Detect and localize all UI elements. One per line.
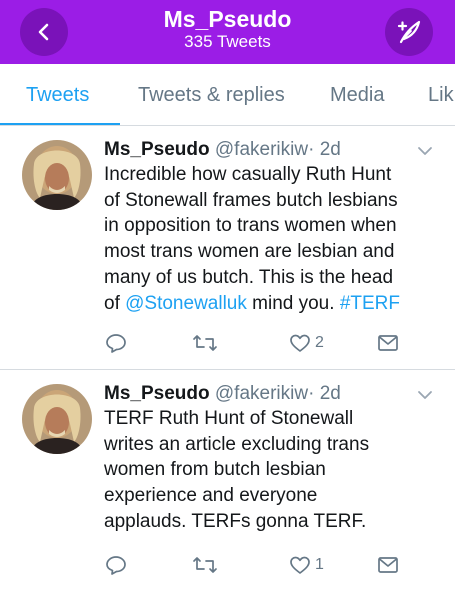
- tweet-actions: 2: [104, 328, 444, 358]
- tweet-text-line: TERF Ruth Hunt of Stonewall: [104, 408, 354, 429]
- tweet-text-line: in opposition to trans women when: [104, 215, 397, 237]
- reply-icon: [104, 331, 128, 355]
- tweet[interactable]: Ms_Pseudo @fakerikiw· 2d TERF Ruth Hunt …: [0, 370, 455, 600]
- retweet-icon: [192, 553, 218, 577]
- tweet-text-line: of @Stonewalluk mind you. #TERF: [104, 291, 444, 317]
- tab-media[interactable]: Media: [330, 84, 384, 107]
- tweet-text: TERF Ruth Hunt of Stonewall writes an ar…: [104, 406, 444, 535]
- tweet-text-line: of Stonewall frames butch lesbians: [104, 189, 398, 211]
- tweet-text-line: applauds. TERFs gonna TERF.: [104, 510, 367, 532]
- chevron-down-icon[interactable]: [414, 140, 436, 162]
- mail-icon: [376, 553, 400, 577]
- tweet-text-fragment: mind you.: [246, 292, 340, 314]
- tweet-timestamp[interactable]: 2d: [320, 383, 341, 404]
- tweet-header: Ms_Pseudo @fakerikiw· 2d: [104, 382, 341, 406]
- share-button[interactable]: [376, 550, 400, 580]
- tweet-text-line: most trans women are lesbian and: [104, 241, 395, 263]
- tweet-text-line: Incredible how casually Ruth Hunt: [104, 164, 392, 185]
- author-name[interactable]: Ms_Pseudo: [104, 383, 210, 404]
- avatar[interactable]: [22, 384, 92, 454]
- tweet-text: Incredible how casually Ruth Hunt of Sto…: [104, 162, 444, 316]
- profile-tabs: Tweets Tweets & replies Media Lik: [0, 64, 455, 126]
- share-button[interactable]: [376, 328, 400, 358]
- mail-icon: [376, 331, 400, 355]
- reply-button[interactable]: [104, 550, 128, 580]
- heart-icon: [288, 553, 312, 577]
- tweet[interactable]: Ms_Pseudo @fakerikiw· 2d Incredible how …: [0, 126, 455, 370]
- hashtag-link[interactable]: #TERF: [340, 293, 400, 314]
- like-button[interactable]: 1: [288, 550, 324, 580]
- author-name[interactable]: Ms_Pseudo: [104, 139, 210, 160]
- like-count: 1: [315, 556, 324, 573]
- tab-likes[interactable]: Lik: [428, 84, 454, 107]
- retweet-icon: [192, 331, 218, 355]
- separator-dot: ·: [308, 139, 315, 160]
- tweet-text-line: women from butch lesbian: [104, 459, 326, 481]
- like-count: 2: [315, 334, 324, 351]
- separator-dot: ·: [308, 383, 315, 404]
- chevron-down-icon[interactable]: [414, 384, 436, 406]
- reply-button[interactable]: [104, 328, 128, 358]
- compose-tweet-button[interactable]: [385, 8, 433, 56]
- tweet-text-line: writes an article excluding trans: [104, 433, 370, 455]
- mention-link[interactable]: @Stonewalluk: [125, 293, 247, 314]
- author-handle[interactable]: @fakerikiw: [215, 383, 308, 404]
- tweet-text-line: experience and everyone: [104, 485, 318, 507]
- retweet-button[interactable]: [192, 550, 218, 580]
- tweet-header: Ms_Pseudo @fakerikiw· 2d: [104, 138, 341, 162]
- tweet-text-fragment: of: [104, 292, 126, 314]
- tweet-text-line: many of us butch. This is the head: [104, 266, 394, 288]
- tweet-actions: 1: [104, 550, 444, 580]
- avatar[interactable]: [22, 140, 92, 210]
- tweet-timestamp[interactable]: 2d: [320, 139, 341, 160]
- retweet-button[interactable]: [192, 328, 218, 358]
- heart-icon: [288, 331, 312, 355]
- profile-header: Ms_Pseudo 335 Tweets: [0, 0, 455, 64]
- author-handle[interactable]: @fakerikiw: [215, 139, 308, 160]
- reply-icon: [104, 553, 128, 577]
- tab-tweets-and-replies[interactable]: Tweets & replies: [138, 84, 285, 107]
- feather-plus-icon: [395, 18, 423, 46]
- like-button[interactable]: 2: [288, 328, 324, 358]
- tab-tweets[interactable]: Tweets: [26, 84, 89, 107]
